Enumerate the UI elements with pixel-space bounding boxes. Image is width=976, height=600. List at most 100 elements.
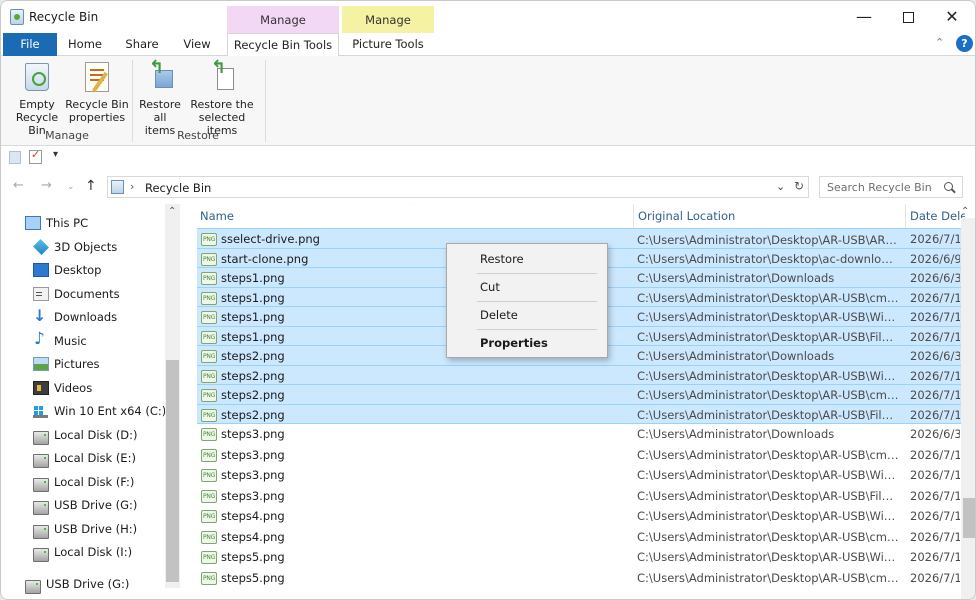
nav-item-drive-i[interactable]: Local Disk (I:) [33, 542, 132, 562]
navigation-pane: This PC 3D Objects Desktop Documents Dow… [1, 204, 181, 599]
address-bar[interactable]: › Recycle Bin ⌄ ↻ [107, 176, 809, 198]
breadcrumb-chevron-icon[interactable]: › [130, 180, 134, 193]
nav-item-drive-g[interactable]: USB Drive (G:) [33, 495, 137, 515]
qat-customize-chevron-icon[interactable]: ▾ [53, 149, 58, 160]
file-date-deleted: 2026/7/14 [910, 407, 960, 422]
menu-item-delete[interactable]: Delete [449, 304, 605, 326]
search-icon[interactable] [944, 182, 953, 191]
documents-icon [33, 287, 49, 301]
png-file-icon [201, 272, 217, 285]
qat-properties-icon[interactable] [9, 151, 21, 164]
file-original-location: C:\Users\Administrator\Desktop\AR-USB\Fi… [637, 329, 899, 344]
help-icon[interactable]: ? [956, 35, 973, 52]
ribbon-tab-bar: File Home Share View Recycle Bin Tools P… [1, 33, 975, 57]
scroll-up-icon[interactable]: ⌃ [168, 206, 176, 217]
nav-item-this-pc[interactable]: This PC [25, 213, 88, 233]
nav-item-drive-h[interactable]: USB Drive (H:) [33, 519, 137, 539]
empty-recycle-bin-button[interactable]: Empty Recycle Bin [6, 60, 68, 137]
scroll-up-icon[interactable]: ⌃ [961, 206, 969, 217]
column-header-name[interactable]: Name [200, 204, 630, 229]
search-input[interactable]: Search Recycle Bin [819, 176, 963, 198]
nav-item-drive-d[interactable]: Local Disk (D:) [33, 425, 138, 445]
music-icon [33, 329, 49, 349]
title-bar[interactable]: Recycle Bin Manage Manage — ✕ [1, 1, 975, 33]
file-row[interactable]: steps3.png C:\Users\Administrator\Desktop… [197, 486, 961, 507]
recycle-bin-properties-button[interactable]: Recycle Bin properties [65, 60, 129, 124]
tab-share[interactable]: Share [119, 33, 165, 56]
nav-item-drive-e[interactable]: Local Disk (E:) [33, 448, 136, 468]
refresh-icon[interactable]: ↻ [794, 179, 804, 193]
nav-item-downloads[interactable]: Downloads [33, 306, 117, 327]
column-header-date-deleted[interactable]: Date Dele [905, 204, 965, 229]
back-arrow-icon[interactable]: ← [13, 178, 24, 193]
tab-picture-tools[interactable]: Picture Tools [342, 33, 434, 56]
breadcrumb-recycle-bin[interactable]: Recycle Bin [145, 181, 211, 195]
file-list-scrollbar[interactable] [961, 218, 975, 599]
file-row[interactable]: steps4.png C:\Users\Administrator\Desktop… [197, 527, 961, 548]
nav-item-drive-f[interactable]: Local Disk (F:) [33, 472, 134, 492]
file-row[interactable]: steps4.png C:\Users\Administrator\Desktop… [197, 506, 961, 527]
file-name: steps2.png [221, 388, 285, 402]
tab-recycle-bin-tools[interactable]: Recycle Bin Tools [227, 33, 339, 57]
tab-file[interactable]: File [3, 33, 57, 56]
menu-item-cut[interactable]: Cut [449, 276, 605, 298]
file-row[interactable]: steps5.png C:\Users\Administrator\Desktop… [197, 568, 961, 589]
restore-selected-items-button[interactable]: ↰ Restore the selected items [185, 59, 259, 138]
file-name: steps2.png [221, 349, 285, 363]
png-file-icon [201, 330, 217, 344]
file-original-location: C:\Users\Administrator\Desktop\AR-USB\Wi… [637, 310, 899, 324]
file-date-deleted: 2026/7/16 [910, 570, 960, 585]
forward-arrow-icon[interactable]: → [41, 178, 52, 193]
nav-item-music[interactable]: Music [33, 329, 87, 351]
file-original-location: C:\Users\Administrator\Downloads [637, 271, 835, 285]
tab-home[interactable]: Home [61, 33, 109, 56]
nav-item-documents[interactable]: Documents [33, 284, 120, 304]
png-file-icon [201, 510, 217, 523]
nav-item-label: Win 10 Ent x64 (C:) [54, 404, 167, 418]
file-row[interactable]: steps5.png C:\Users\Administrator\Desktop… [197, 547, 961, 568]
file-row[interactable]: steps2.png C:\Users\Administrator\Desktop… [197, 403, 961, 424]
file-row[interactable]: steps3.png C:\Users\Administrator\Downloa… [197, 424, 961, 445]
drive-icon [33, 477, 49, 492]
file-row[interactable]: steps2.png C:\Users\Administrator\Desktop… [197, 384, 961, 405]
close-button[interactable]: ✕ [929, 1, 975, 33]
qat-checkmark-icon[interactable] [29, 148, 42, 164]
tab-view[interactable]: View [175, 33, 219, 56]
png-file-icon [201, 530, 217, 544]
nav-item-usb-drive-g[interactable]: USB Drive (G:) [25, 574, 129, 594]
nav-item-desktop[interactable]: Desktop [33, 260, 101, 280]
address-row: ← → ⌄ ↑ › Recycle Bin ⌄ ↻ Search Recycle… [1, 173, 975, 201]
menu-item-properties[interactable]: Properties [449, 332, 605, 354]
recent-locations-chevron-icon[interactable]: ⌄ [67, 182, 75, 192]
file-name: steps4.png [221, 529, 285, 544]
address-dropdown-icon[interactable]: ⌄ [776, 180, 785, 193]
file-name: steps2.png [221, 368, 285, 383]
nav-item-drive-c[interactable]: Win 10 Ent x64 (C:) [33, 401, 166, 421]
usb-drive-icon [25, 579, 41, 594]
png-file-icon [201, 489, 217, 503]
file-original-location: C:\Users\Administrator\Desktop\AR-USB\Fi… [637, 488, 899, 503]
nav-item-pictures[interactable]: Pictures [33, 354, 100, 374]
file-row[interactable]: steps3.png C:\Users\Administrator\Desktop… [197, 465, 961, 486]
file-original-location: C:\Users\Administrator\Desktop\AR-USB\cm… [637, 570, 899, 585]
up-arrow-icon[interactable]: ↑ [85, 178, 97, 194]
file-row[interactable]: steps2.png C:\Users\Administrator\Desktop… [197, 364, 961, 385]
nav-item-3d-objects[interactable]: 3D Objects [33, 237, 117, 257]
png-file-icon [201, 571, 217, 585]
file-list-scroll-thumb[interactable] [963, 498, 975, 538]
maximize-button[interactable] [885, 1, 931, 33]
file-date-deleted: 2026/7/16 [910, 509, 960, 523]
minimize-button[interactable]: — [841, 1, 887, 33]
file-row[interactable]: steps3.png C:\Users\Administrator\Desktop… [197, 445, 961, 466]
restore-all-icon: ↰ [145, 59, 175, 94]
nav-pane-scroll-thumb[interactable] [166, 360, 179, 582]
nav-item-videos[interactable]: Videos [33, 378, 92, 398]
restore-all-items-button[interactable]: ↰ Restore all items [137, 59, 183, 138]
collapse-ribbon-icon[interactable]: ⌃ [935, 36, 944, 49]
file-name: steps3.png [221, 488, 285, 503]
group-divider [265, 60, 266, 142]
menu-item-restore[interactable]: Restore [449, 248, 605, 270]
file-date-deleted: 2026/7/16 [910, 529, 960, 544]
nav-pane-scrollbar[interactable]: ⌃ [165, 204, 180, 588]
column-header-original-location[interactable]: Original Location [633, 204, 903, 229]
